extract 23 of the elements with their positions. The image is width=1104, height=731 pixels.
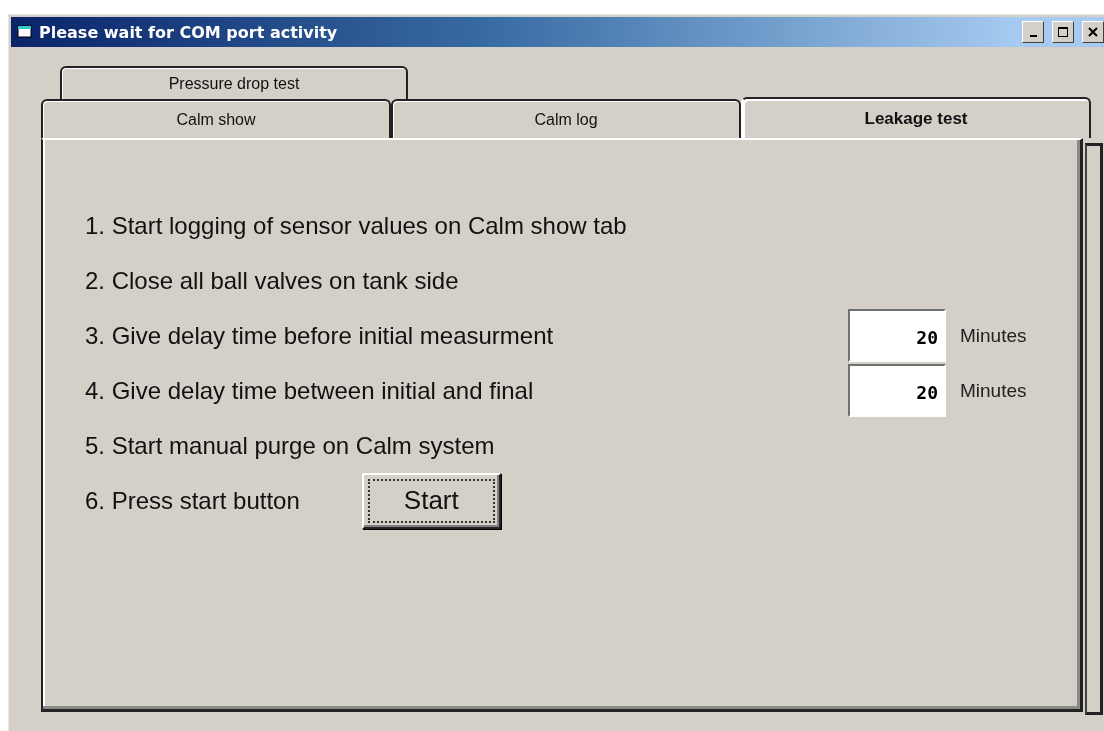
minutes-field[interactable]: 20 <box>848 309 946 362</box>
step-text: 6. Press start button <box>85 486 300 515</box>
minutes-field[interactable]: 20 <box>848 364 946 417</box>
close-button[interactable] <box>1082 21 1104 43</box>
tab[interactable]: Calm show <box>41 99 391 138</box>
step-text: 3. Give delay time before initial measurment <box>85 321 554 350</box>
tab[interactable]: Calm log <box>391 99 741 138</box>
app-icon <box>17 25 33 39</box>
unit-label: Minutes <box>960 379 1028 402</box>
minimize-button[interactable] <box>1022 21 1044 43</box>
step-text: 2. Close all ball valves on tank side <box>85 266 459 295</box>
tab[interactable]: Leakage test <box>741 97 1091 138</box>
step-text: 1. Start logging of sensor values on Calm show tab <box>85 211 627 240</box>
close-icon <box>1088 27 1098 37</box>
step-text: 5. Start manual purge on Calm system <box>85 431 495 460</box>
window-title: Please wait for COM port activity <box>39 22 338 42</box>
step-text: 4. Give delay time between initial and final <box>85 376 534 405</box>
unit-label: Minutes <box>960 324 1028 347</box>
maximize-button[interactable] <box>1052 21 1074 43</box>
tab[interactable]: Pressure drop test <box>60 66 408 99</box>
maximize-icon <box>1057 26 1069 38</box>
minimize-icon <box>1029 35 1037 37</box>
start-button[interactable]: Start <box>361 472 501 529</box>
